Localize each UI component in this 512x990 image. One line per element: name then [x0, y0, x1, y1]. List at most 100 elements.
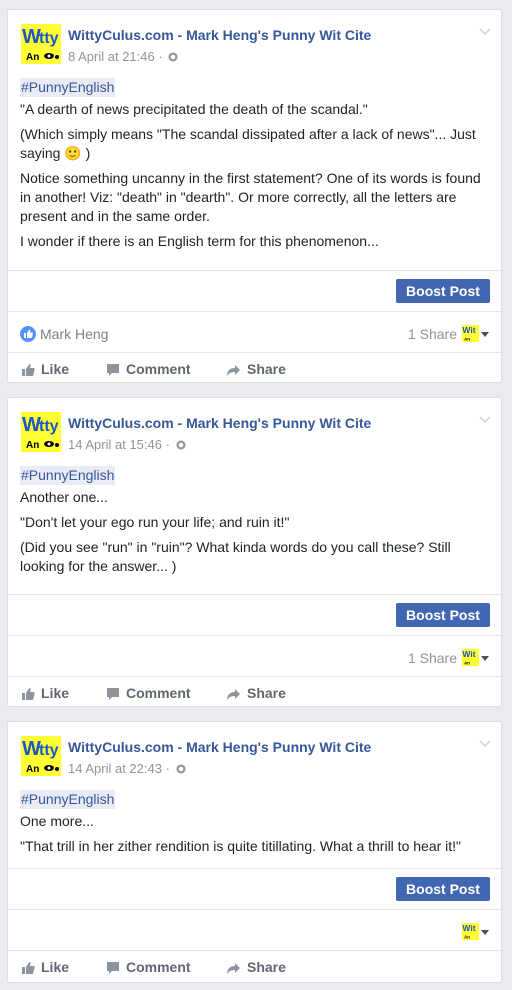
post-meta: 14 April at 15:46 · [68, 437, 186, 452]
reactions-row: Wit An [8, 909, 501, 950]
post-body: #PunnyEnglish One more... "That trill in… [8, 782, 501, 856]
post-paragraph: (Which simply means "The scandal dissipa… [20, 126, 476, 161]
hashtag-link[interactable]: #PunnyEnglish [20, 78, 116, 97]
comment-label: Comment [126, 361, 191, 377]
reactions-row: 1 Share Wit An [8, 635, 501, 676]
share-label: Share [247, 361, 286, 377]
chevron-down-icon[interactable] [479, 740, 491, 748]
post-header: W tty An WittyCulus.com - Mark Heng's Pu… [8, 398, 501, 458]
globe-icon [176, 440, 186, 450]
like-button[interactable]: Like [21, 685, 69, 701]
post-as-avatar[interactable]: Wit An [462, 649, 479, 666]
svg-text:tty: tty [39, 742, 59, 759]
comment-button[interactable]: Comment [106, 959, 191, 975]
share-label: Share [247, 959, 286, 975]
boost-post-button[interactable]: Boost Post [396, 877, 490, 901]
thumbs-up-icon [22, 364, 35, 376]
post-as-avatar[interactable]: Wit An [462, 923, 479, 940]
share-arrow-icon [227, 963, 240, 974]
post-paragraph: "Don't let your ego run your life; and r… [20, 514, 290, 530]
comment-label: Comment [126, 685, 191, 701]
hashtag-link[interactable]: #PunnyEnglish [20, 790, 116, 809]
post-as-avatar[interactable]: Wit An [462, 325, 479, 342]
comment-icon [107, 688, 119, 700]
page-avatar[interactable]: W tty An [21, 24, 61, 64]
like-label: Like [41, 685, 70, 701]
page-name-link[interactable]: WittyCulus.com - Mark Heng's Punny Wit C… [68, 415, 371, 431]
hashtag-link[interactable]: #PunnyEnglish [20, 466, 116, 485]
svg-text:An: An [26, 52, 39, 63]
share-button[interactable]: Share [226, 959, 286, 975]
thumbs-up-icon [22, 962, 35, 974]
share-count[interactable]: 1 Share [408, 650, 457, 666]
svg-text:An: An [26, 764, 39, 775]
globe-icon [176, 764, 186, 774]
boost-post-button[interactable]: Boost Post [396, 279, 490, 303]
post-paragraph: One more... [20, 813, 94, 829]
actions-row: Like Comment Share [8, 352, 501, 385]
chevron-down-icon[interactable] [479, 416, 491, 424]
boost-row: Boost Post [8, 270, 501, 311]
post-paragraph: "A dearth of news precipitated the death… [20, 101, 368, 117]
liker-name[interactable]: Mark Heng [40, 326, 108, 342]
post-card: W tty An WittyCulus.com - Mark Heng's Pu… [7, 721, 502, 983]
page-name-link[interactable]: WittyCulus.com - Mark Heng's Punny Wit C… [68, 739, 371, 755]
comment-icon [107, 962, 119, 974]
svg-text:An: An [464, 934, 470, 939]
page-name-link[interactable]: WittyCulus.com - Mark Heng's Punny Wit C… [68, 27, 371, 43]
likes-summary[interactable]: Mark Heng [20, 326, 108, 342]
comment-icon [107, 364, 119, 376]
caret-down-icon[interactable] [481, 656, 489, 661]
svg-text:tty: tty [39, 30, 59, 47]
thumbs-up-icon [22, 688, 35, 700]
post-body: #PunnyEnglish "A dearth of news precipit… [8, 70, 501, 251]
like-label: Like [41, 361, 70, 377]
post-paragraph: "That trill in her zither rendition is q… [20, 838, 462, 854]
share-arrow-icon [227, 689, 240, 700]
post-timestamp[interactable]: 14 April at 22:43 · [68, 761, 170, 776]
boost-post-button[interactable]: Boost Post [396, 603, 490, 627]
page-avatar[interactable]: W tty An [21, 736, 61, 776]
share-arrow-icon [227, 365, 240, 376]
reactions-row: Mark Heng 1 Share Wit An [8, 311, 501, 352]
boost-row: Boost Post [8, 868, 501, 909]
comment-button[interactable]: Comment [106, 685, 191, 701]
post-body: #PunnyEnglish Another one... "Don't let … [8, 458, 501, 576]
post-paragraph: Notice something uncanny in the first st… [20, 170, 481, 224]
post-paragraph: (Did you see "run" in "ruin"? What kinda… [20, 539, 451, 574]
svg-text:tty: tty [39, 418, 59, 435]
post-paragraph: Another one... [20, 489, 108, 505]
svg-text:An: An [464, 660, 470, 665]
like-label: Like [41, 959, 70, 975]
like-button[interactable]: Like [21, 959, 69, 975]
actions-row: Like Comment Share [8, 676, 501, 709]
post-timestamp[interactable]: 8 April at 21:46 · [68, 49, 163, 64]
svg-text:Wit: Wit [462, 649, 475, 659]
share-count[interactable]: 1 Share [408, 326, 457, 342]
page-avatar[interactable]: W tty An [21, 412, 61, 452]
actions-row: Like Comment Share [8, 950, 501, 983]
post-header: W tty An WittyCulus.com - Mark Heng's Pu… [8, 10, 501, 70]
globe-icon [168, 52, 178, 62]
post-meta: 14 April at 22:43 · [68, 761, 186, 776]
caret-down-icon[interactable] [481, 930, 489, 935]
post-timestamp[interactable]: 14 April at 15:46 · [68, 437, 170, 452]
share-button[interactable]: Share [226, 685, 286, 701]
comment-label: Comment [126, 959, 191, 975]
like-button[interactable]: Like [21, 361, 69, 377]
boost-row: Boost Post [8, 594, 501, 635]
caret-down-icon[interactable] [481, 332, 489, 337]
comment-button[interactable]: Comment [106, 361, 191, 377]
share-button[interactable]: Share [226, 361, 286, 377]
post-card: W tty An WittyCulus.com - Mark Heng's Pu… [7, 397, 502, 707]
svg-text:Wit: Wit [462, 923, 475, 933]
share-label: Share [247, 685, 286, 701]
svg-text:An: An [464, 336, 470, 341]
svg-text:Wit: Wit [462, 325, 475, 335]
post-card: W tty An WittyCulus.com - Mark Heng's Pu… [7, 9, 502, 383]
chevron-down-icon[interactable] [479, 28, 491, 36]
post-meta: 8 April at 21:46 · [68, 49, 178, 64]
post-paragraph: I wonder if there is an English term for… [20, 233, 379, 249]
svg-text:An: An [26, 440, 39, 451]
post-header: W tty An WittyCulus.com - Mark Heng's Pu… [8, 722, 501, 782]
